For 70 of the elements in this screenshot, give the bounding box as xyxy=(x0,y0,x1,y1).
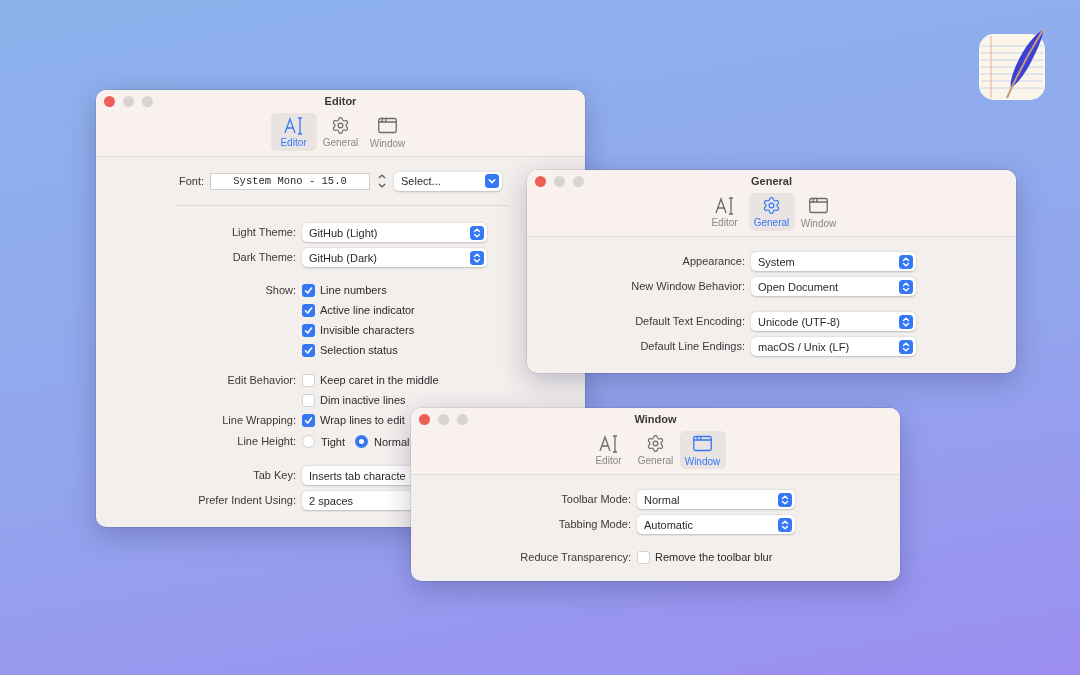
radio-button[interactable] xyxy=(355,435,369,448)
setting-label: Default Line Endings: xyxy=(639,339,745,354)
window-icon xyxy=(692,433,713,454)
popup-arrows-icon xyxy=(899,254,913,269)
close-button[interactable] xyxy=(419,414,430,425)
chevron-down-icon xyxy=(485,174,500,188)
checkbox[interactable] xyxy=(302,283,315,297)
popup-menu[interactable]: GitHub (Light) xyxy=(302,223,487,242)
popup-menu[interactable]: Open Document xyxy=(751,277,916,296)
setting-label: Tabbing Mode: xyxy=(557,517,631,532)
checkbox-label: Selection status xyxy=(320,344,398,356)
popup-menu[interactable]: GitHub (Dark) xyxy=(302,248,487,267)
window-title: General xyxy=(751,175,792,188)
popup-menu[interactable]: Unicode (UTF-8) xyxy=(751,312,916,331)
setting-label: New Window Behavior: xyxy=(630,279,745,294)
setting-label: Line Wrapping: xyxy=(221,413,296,428)
text-cursor-icon xyxy=(283,116,304,135)
setting-label: Prefer Indent Using: xyxy=(197,493,296,508)
popup-menu[interactable]: Automatic xyxy=(637,515,795,534)
checkbox[interactable] xyxy=(302,343,315,357)
checkbox-label: Remove the toolbar blur xyxy=(655,551,773,563)
checkbox[interactable] xyxy=(302,373,315,387)
window-icon xyxy=(808,195,829,216)
radio-label: Normal xyxy=(374,435,410,448)
popup-arrows-icon xyxy=(778,517,792,532)
checkbox[interactable] xyxy=(302,323,315,337)
setting-label: Default Text Encoding: xyxy=(634,314,745,329)
font-label: Font: xyxy=(178,175,205,187)
window-title: Window xyxy=(634,413,677,426)
checkbox-label: Wrap lines to edit xyxy=(320,414,405,426)
setting-label: Show: xyxy=(264,283,296,298)
checkbox-label: Keep caret in the middle xyxy=(320,374,439,386)
setting-label: Light Theme: xyxy=(231,225,296,240)
setting-label: Edit Behavior: xyxy=(226,373,296,388)
setting-label: Toolbar Mode: xyxy=(560,492,631,507)
setting-label: Dark Theme: xyxy=(231,250,296,265)
radio-label: Tight xyxy=(321,435,346,448)
text-cursor-icon xyxy=(714,196,735,215)
font-field[interactable]: System Mono - 15.0 xyxy=(210,172,371,190)
checkbox[interactable] xyxy=(302,303,315,317)
setting-label: Tab Key: xyxy=(252,468,296,483)
settings-icon xyxy=(646,434,665,453)
popup-arrows-icon xyxy=(470,225,484,240)
checkbox-label: Invisible characters xyxy=(320,324,415,336)
popup-arrows-icon xyxy=(470,250,484,265)
checkbox[interactable] xyxy=(637,550,650,564)
checkbox-label: Dim inactive lines xyxy=(320,394,406,406)
radio-button[interactable] xyxy=(302,435,315,448)
checkbox[interactable] xyxy=(302,393,315,407)
popup-arrows-icon xyxy=(778,492,792,507)
popup-menu[interactable]: Normal xyxy=(637,490,795,509)
window-icon xyxy=(377,115,398,136)
popup-arrows-icon xyxy=(899,279,913,294)
close-button[interactable] xyxy=(104,96,115,107)
popup-arrows-icon xyxy=(899,339,913,354)
popup-menu[interactable]: System xyxy=(751,252,916,271)
setting-label: Line Height: xyxy=(236,434,296,449)
settings-icon xyxy=(762,196,781,215)
select-font-button[interactable]: Select... xyxy=(394,171,503,191)
window-title: Editor xyxy=(324,95,357,108)
checkbox-label: Line numbers xyxy=(320,284,387,296)
settings-icon xyxy=(331,116,350,135)
text-cursor-icon xyxy=(598,434,619,453)
checkbox-label: Active line indicator xyxy=(320,304,415,316)
popup-arrows-icon xyxy=(899,314,913,329)
close-button[interactable] xyxy=(535,176,546,187)
popup-menu[interactable]: macOS / Unix (LF) xyxy=(751,337,916,356)
setting-label: Appearance: xyxy=(681,254,745,269)
setting-label: Reduce Transparency: xyxy=(519,550,631,565)
checkbox[interactable] xyxy=(302,413,315,427)
